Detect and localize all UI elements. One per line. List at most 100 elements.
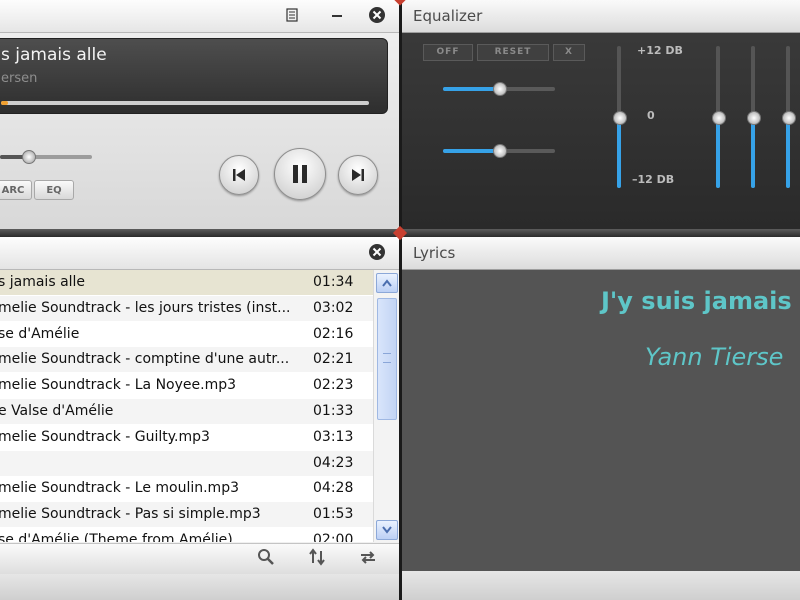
playlist-row[interactable]: melie Soundtrack - Pas si simple.mp3 01:5… bbox=[0, 502, 373, 528]
eq-label-plus12: +12 DB bbox=[637, 44, 683, 57]
playlist-close-button[interactable] bbox=[366, 241, 388, 263]
playlist-toggle-button[interactable] bbox=[281, 4, 303, 26]
eq-band-slider[interactable] bbox=[746, 46, 761, 188]
eq-band-slider[interactable] bbox=[612, 46, 627, 188]
eq-band-slider[interactable] bbox=[711, 46, 726, 188]
track-duration: 04:23 bbox=[313, 454, 354, 471]
track-title: s jamais alle bbox=[0, 274, 86, 290]
eq-off-button[interactable]: OFF bbox=[423, 44, 473, 61]
preamp-slider[interactable] bbox=[443, 82, 555, 96]
track-title: melie Soundtrack - Le moulin.mp3 bbox=[0, 480, 239, 497]
search-icon bbox=[258, 549, 274, 565]
player-titlebar bbox=[0, 0, 399, 33]
track-title: melie Soundtrack - comptine d'une autr..… bbox=[0, 351, 290, 368]
lyrics-title: Lyrics bbox=[401, 237, 800, 270]
track-duration: 02:00 bbox=[313, 532, 354, 542]
track-duration: 01:34 bbox=[313, 274, 354, 290]
now-playing-display: s jamais alle ersen bbox=[0, 38, 388, 114]
minimize-button[interactable] bbox=[326, 4, 348, 26]
slider-fill bbox=[751, 117, 755, 188]
eq-label-minus12: –12 DB bbox=[632, 173, 675, 186]
document-icon bbox=[286, 8, 298, 22]
artist-name: ersen bbox=[1, 71, 38, 86]
playlist-row[interactable]: melie Soundtrack - La Noyee.mp3 02:23 bbox=[0, 373, 373, 398]
player-panel: s jamais alle ersen ARC EQ bbox=[0, 0, 400, 229]
track-duration: 02:23 bbox=[313, 377, 354, 394]
playlist-row[interactable]: melie Soundtrack - comptine d'une autr..… bbox=[0, 347, 373, 373]
eq-close-button[interactable]: X bbox=[553, 44, 585, 61]
slider-knob[interactable] bbox=[493, 144, 507, 158]
balance-slider[interactable] bbox=[443, 144, 555, 158]
playlist-row[interactable]: 04:23 bbox=[0, 450, 373, 476]
slider-fill bbox=[617, 117, 621, 188]
track-duration: 03:02 bbox=[313, 299, 354, 316]
close-icon bbox=[369, 244, 385, 260]
sort-icon bbox=[309, 548, 325, 566]
next-button[interactable] bbox=[338, 155, 378, 195]
playlist-panel: s jamais alle 01:34 melie Soundtrack - les… bbox=[0, 237, 400, 600]
playlist-row[interactable]: se d'Amélie 02:16 bbox=[0, 322, 373, 347]
slider-knob[interactable] bbox=[747, 111, 761, 125]
playlist-toolbar bbox=[0, 543, 399, 574]
lyrics-panel: Lyrics J'y suis jamais Yann Tierse bbox=[401, 237, 800, 600]
sort-button[interactable] bbox=[308, 548, 326, 570]
playlist-row[interactable]: se d'Amélie (Theme from Amélie) 02:00 bbox=[0, 528, 373, 542]
lyrics-song-title: J'y suis jamais bbox=[601, 287, 792, 315]
playlist-row[interactable]: melie Soundtrack - Le moulin.mp3 04:28 bbox=[0, 476, 373, 501]
track-title: melie Soundtrack - La Noyee.mp3 bbox=[0, 377, 237, 394]
playlist-scrollbar[interactable] bbox=[373, 270, 399, 542]
progress-bar[interactable] bbox=[1, 101, 369, 105]
minimize-icon bbox=[332, 15, 342, 17]
slider-fill bbox=[443, 87, 499, 91]
scroll-up-button[interactable] bbox=[376, 273, 398, 293]
playlist-row[interactable]: melie Soundtrack - Guilty.mp3 03:13 bbox=[0, 425, 373, 450]
pause-button[interactable] bbox=[274, 148, 326, 200]
slider-fill bbox=[786, 117, 790, 188]
slider-knob[interactable] bbox=[613, 111, 627, 125]
playlist-titlebar bbox=[0, 237, 399, 270]
arc-toggle-button[interactable]: ARC bbox=[0, 180, 32, 200]
playlist-row[interactable]: melie Soundtrack - les jours tristes (in… bbox=[0, 295, 373, 321]
volume-slider[interactable] bbox=[0, 150, 92, 164]
eq-toggle-button[interactable]: EQ bbox=[34, 180, 74, 200]
playlist-row[interactable]: s jamais alle 01:34 bbox=[0, 270, 373, 295]
slider-fill bbox=[716, 117, 720, 188]
track-duration: 02:21 bbox=[313, 351, 354, 368]
lyrics-artist: Yann Tierse bbox=[645, 343, 784, 371]
skip-previous-icon bbox=[233, 169, 245, 181]
track-title: melie Soundtrack - Pas si simple.mp3 bbox=[0, 506, 261, 523]
vertical-splitter[interactable] bbox=[399, 0, 402, 600]
scroll-thumb[interactable] bbox=[377, 298, 397, 420]
track-title: melie Soundtrack - les jours tristes (in… bbox=[0, 299, 291, 316]
chevron-down-icon bbox=[382, 526, 392, 534]
slider-knob[interactable] bbox=[712, 111, 726, 125]
close-button[interactable] bbox=[366, 4, 388, 26]
scroll-grip-icon bbox=[383, 353, 391, 363]
close-icon bbox=[369, 7, 385, 23]
playlist-status-bar bbox=[0, 574, 399, 600]
previous-button[interactable] bbox=[219, 155, 259, 195]
track-duration: 01:53 bbox=[313, 506, 354, 523]
skip-next-icon bbox=[352, 169, 364, 181]
equalizer-title: Equalizer bbox=[401, 0, 800, 33]
scroll-down-button[interactable] bbox=[376, 520, 398, 540]
slider-knob[interactable] bbox=[782, 111, 796, 125]
chevron-up-icon bbox=[382, 279, 392, 287]
track-duration: 02:16 bbox=[313, 325, 354, 342]
slider-knob[interactable] bbox=[493, 82, 507, 96]
repeat-button[interactable] bbox=[358, 548, 378, 570]
volume-knob[interactable] bbox=[22, 150, 37, 164]
track-list: s jamais alle 01:34 melie Soundtrack - les… bbox=[0, 270, 373, 542]
track-duration: 01:33 bbox=[313, 403, 354, 419]
search-button[interactable] bbox=[257, 548, 275, 570]
song-title: s jamais alle bbox=[1, 45, 107, 65]
equalizer-panel: Equalizer OFF RESET X +12 DB 0 –12 DB bbox=[401, 0, 800, 229]
track-title: se d'Amélie bbox=[0, 325, 80, 342]
pause-icon bbox=[293, 165, 307, 183]
eq-reset-button[interactable]: RESET bbox=[477, 44, 549, 61]
eq-label-zero: 0 bbox=[647, 109, 655, 122]
track-title: e Valse d'Amélie bbox=[0, 403, 114, 419]
progress-fill bbox=[1, 101, 9, 105]
eq-band-slider[interactable] bbox=[781, 46, 796, 188]
playlist-row[interactable]: e Valse d'Amélie 01:33 bbox=[0, 399, 373, 424]
